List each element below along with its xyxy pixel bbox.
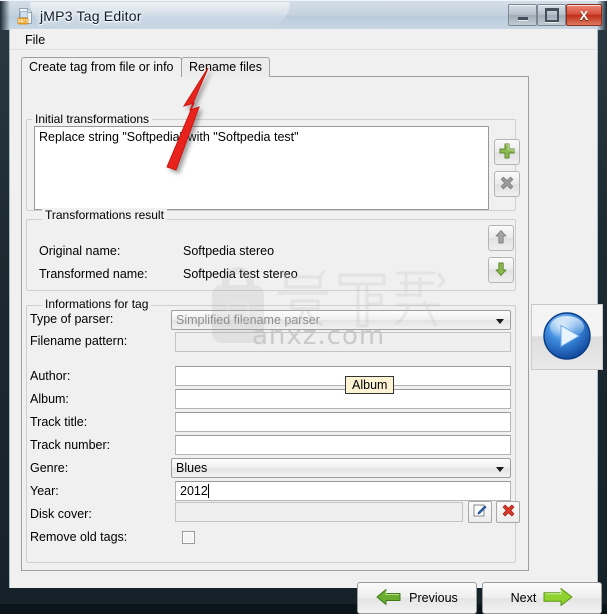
label-disk-cover: Disk cover: xyxy=(30,507,92,521)
disk-cover-input[interactable] xyxy=(175,502,463,522)
label-original-name: Original name: xyxy=(39,244,121,258)
play-button[interactable] xyxy=(531,304,603,370)
author-input[interactable] xyxy=(175,366,511,386)
group-title-initial-transformations: Initial transformations xyxy=(32,112,153,126)
tab-create-tag[interactable]: Create tag from file or info xyxy=(21,57,182,77)
window-title: jMP3 Tag Editor xyxy=(40,8,142,24)
title-bar[interactable]: MP3 jMP3 Tag Editor X xyxy=(0,0,607,30)
type-of-parser-value: Simplified filename parser xyxy=(176,313,320,327)
menu-bar: File xyxy=(10,29,597,50)
track-title-input[interactable] xyxy=(175,412,511,432)
label-track-number: Track number: xyxy=(30,438,111,452)
minimize-icon xyxy=(509,5,536,25)
choose-cover-button[interactable] xyxy=(468,501,492,523)
gray-up-arrow-icon xyxy=(493,229,509,248)
maximize-button[interactable] xyxy=(537,4,566,26)
close-icon: X xyxy=(579,7,589,23)
green-plus-icon xyxy=(499,143,515,162)
label-author: Author: xyxy=(30,369,71,383)
label-track-title: Track title: xyxy=(30,415,88,429)
genre-combo[interactable]: Blues xyxy=(171,458,511,478)
value-original-name: Softpedia stereo xyxy=(183,244,275,258)
move-down-button[interactable] xyxy=(488,257,514,283)
type-of-parser-combo[interactable]: Simplified filename parser xyxy=(171,310,511,330)
green-left-arrow-icon xyxy=(376,588,402,609)
group-title-transformations-result: Transformations result xyxy=(42,208,167,222)
list-item[interactable]: Replace string "Softpedia" with "Softped… xyxy=(35,127,488,144)
track-number-input[interactable] xyxy=(175,435,511,455)
value-transformed-name: Softpedia test stereo xyxy=(183,267,298,281)
red-x-icon xyxy=(501,503,516,521)
pencil-edit-icon xyxy=(473,503,488,521)
tab-rename-files[interactable]: Rename files xyxy=(181,57,270,77)
label-remove-old-tags: Remove old tags: xyxy=(30,530,128,544)
album-input[interactable] xyxy=(175,389,511,409)
menu-item-file[interactable]: File xyxy=(18,31,52,49)
gray-x-icon xyxy=(499,175,515,194)
transformations-list[interactable]: Replace string "Softpedia" with "Softped… xyxy=(34,126,489,210)
label-type-of-parser: Type of parser: xyxy=(30,312,114,326)
application-window: MP3 jMP3 Tag Editor X File Create tag fr… xyxy=(0,0,607,614)
label-year: Year: xyxy=(30,484,59,498)
label-transformed-name: Transformed name: xyxy=(39,267,148,281)
client-area: File Create tag from file or info Rename… xyxy=(9,29,603,614)
mp3-file-icon: MP3 xyxy=(17,7,34,25)
remove-old-tags-checkbox[interactable] xyxy=(182,531,195,544)
blue-play-circle-icon xyxy=(542,311,592,364)
maximize-icon xyxy=(538,5,565,25)
previous-button[interactable]: Previous xyxy=(357,582,477,614)
year-input[interactable]: 2012 xyxy=(175,481,511,501)
move-up-button[interactable] xyxy=(488,225,514,251)
next-button-label: Next xyxy=(510,591,537,605)
title-bar-left-shade xyxy=(0,1,10,30)
label-album: Album: xyxy=(30,392,69,406)
previous-button-label: Previous xyxy=(409,591,458,605)
label-genre: Genre: xyxy=(30,461,69,475)
add-transformation-button[interactable] xyxy=(494,139,520,165)
year-value: 2012 xyxy=(180,484,208,498)
genre-value: Blues xyxy=(176,461,208,475)
tooltip: Album xyxy=(345,376,395,394)
chevron-down-icon xyxy=(496,467,504,472)
label-filename-pattern: Filename pattern: xyxy=(30,334,128,348)
green-right-arrow-icon xyxy=(543,587,573,610)
filename-pattern-input[interactable] xyxy=(175,332,511,352)
next-button[interactable]: Next xyxy=(482,582,602,614)
close-button[interactable]: X xyxy=(566,4,602,26)
group-title-informations-for-tag: Informations for tag xyxy=(42,297,152,311)
chevron-down-icon xyxy=(496,319,504,324)
green-down-arrow-icon xyxy=(493,261,509,280)
delete-transformation-button[interactable] xyxy=(494,171,520,197)
minimize-button[interactable] xyxy=(508,4,537,26)
svg-text:MP3: MP3 xyxy=(18,19,29,25)
clear-cover-button[interactable] xyxy=(496,501,520,523)
